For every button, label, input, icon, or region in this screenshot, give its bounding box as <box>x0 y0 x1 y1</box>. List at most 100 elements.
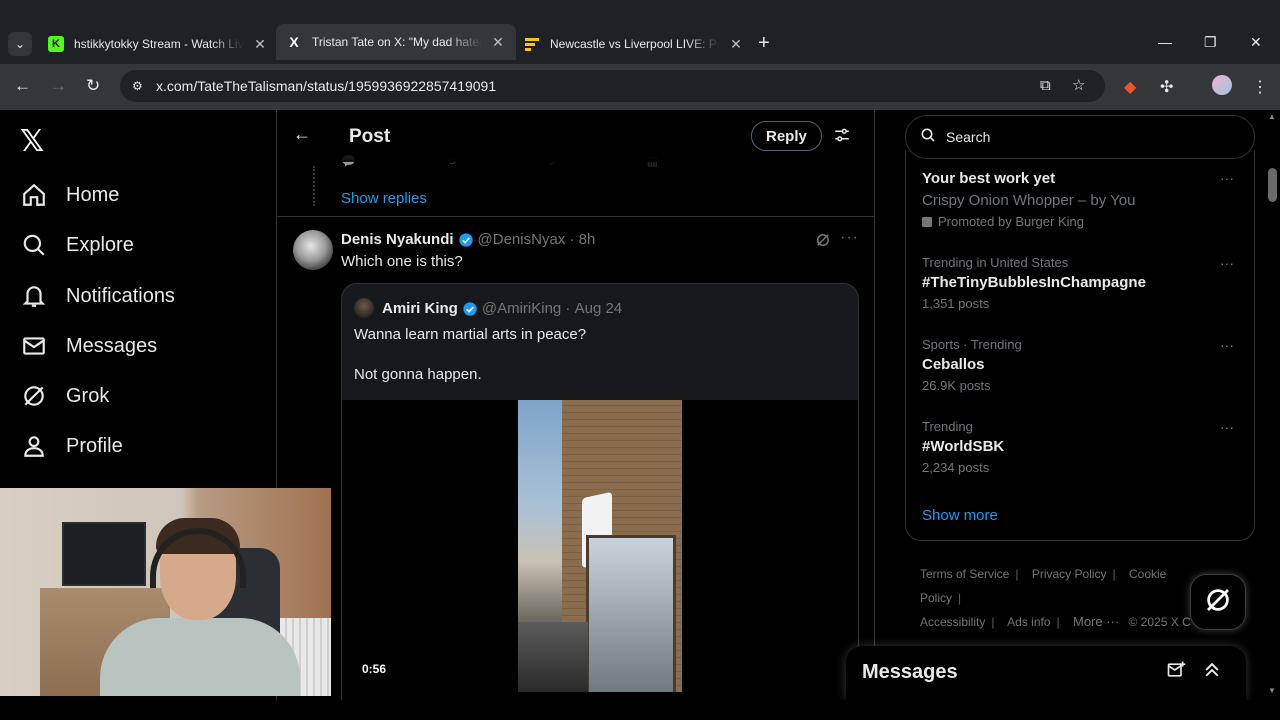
sliders-icon[interactable] <box>833 126 851 149</box>
show-more-link[interactable]: Show more <box>922 507 998 524</box>
tab-title: Newcastle vs Liverpool LIVE: Pre <box>550 37 720 51</box>
nav-label: Profile <box>66 434 123 457</box>
tab-x-post[interactable]: X Tristan Tate on X: "My dad hated ✕ <box>276 24 516 60</box>
bookmark-star-icon[interactable]: ☆ <box>1072 70 1085 102</box>
author-handle[interactable]: @DenisNyax <box>478 231 566 248</box>
quote-text-line: Wanna learn martial arts in peace? <box>354 326 587 343</box>
scrollbar-thumb[interactable] <box>1268 168 1277 202</box>
restore-icon[interactable]: ❐ <box>1204 34 1217 51</box>
more-link[interactable]: More ··· <box>1073 614 1119 629</box>
copyright: © 2025 X C <box>1128 615 1191 629</box>
site-info-icon[interactable]: ⚙ <box>132 79 150 93</box>
video-player[interactable]: 0:56 <box>342 400 858 720</box>
separator: | <box>991 615 995 629</box>
ads-info-link[interactable]: Ads info <box>1007 615 1050 629</box>
terms-link[interactable]: Terms of Service <box>920 567 1009 581</box>
grok-explain-icon[interactable] <box>814 231 832 254</box>
install-app-icon[interactable]: ⧉ <box>1040 70 1051 102</box>
trend-item[interactable]: Trending in United States #TheTinyBubble… <box>922 255 1242 311</box>
post-time[interactable]: 8h <box>579 231 596 248</box>
nav-profile[interactable]: Profile <box>20 431 123 461</box>
reply-header: Denis Nyakundi @DenisNyax · 8h <box>341 231 595 248</box>
nav-notifications[interactable]: Notifications <box>20 281 175 311</box>
post-timeline[interactable]: ← Post Reply 💬 ⟲ ♡ ▥ Show replies Denis … <box>276 110 875 720</box>
divider <box>277 216 874 217</box>
tab-kick-stream[interactable]: K hstikkytokky Stream - Watch Live ✕ <box>38 28 278 60</box>
url-text[interactable]: x.com/TateTheTalisman/status/19599369228… <box>156 78 496 94</box>
avatar[interactable] <box>293 230 333 270</box>
scroll-up-arrow-icon[interactable]: ▲ <box>1268 112 1276 121</box>
reload-icon[interactable]: ↻ <box>86 76 100 96</box>
grok-floating-button[interactable] <box>1190 574 1246 630</box>
promoted-trend[interactable]: Your best work yet Crispy Onion Whopper … <box>922 170 1242 229</box>
search-icon <box>20 231 48 259</box>
x-favicon-icon: X <box>289 34 299 50</box>
browser-toolbar: ← → ↻ ⚙ x.com/TateTheTalisman/status/195… <box>0 64 1280 110</box>
promo-subtitle: Crispy Onion Whopper – by You <box>922 192 1136 209</box>
nav-label: Messages <box>66 334 158 357</box>
promo-title: Your best work yet <box>922 170 1056 187</box>
quote-header: Amiri King @AmiriKing · Aug 24 <box>382 300 622 317</box>
new-tab-button[interactable]: + <box>758 33 770 53</box>
trend-count: 1,351 posts <box>922 296 990 311</box>
browser-profile-avatar[interactable] <box>1212 75 1232 95</box>
trend-count: 26.9K posts <box>922 378 991 393</box>
chevron-up-icon[interactable] <box>1202 660 1222 685</box>
news-favicon-icon <box>524 36 540 52</box>
trend-item[interactable]: Trending #WorldSBK 2,234 posts ··· <box>922 419 1242 475</box>
quoted-post[interactable]: Amiri King @AmiriKing · Aug 24 Wanna lea… <box>341 283 859 720</box>
tab-title: hstikkytokky Stream - Watch Live <box>74 37 244 51</box>
grok-icon <box>1203 585 1233 620</box>
bottom-strip <box>0 700 1280 720</box>
x-logo-icon[interactable]: 𝕏 <box>20 124 44 159</box>
extension-fox-icon[interactable]: ◆ <box>1124 77 1136 97</box>
extensions-puzzle-icon[interactable]: ✣ <box>1160 77 1173 97</box>
more-options-icon[interactable]: ··· <box>1220 170 1234 186</box>
new-message-icon[interactable] <box>1166 660 1186 685</box>
minimize-icon[interactable]: — <box>1158 34 1172 50</box>
nav-label: Grok <box>66 384 110 407</box>
trend-count: 2,234 posts <box>922 460 990 475</box>
video-duration: 0:56 <box>362 662 387 676</box>
trend-item[interactable]: Sports · Trending Ceballos 26.9K posts ·… <box>922 337 1242 393</box>
nav-messages[interactable]: Messages <box>20 331 157 361</box>
trend-topic: #WorldSBK <box>922 438 1005 455</box>
author-name[interactable]: Denis Nyakundi <box>341 231 454 248</box>
messages-drawer[interactable]: Messages <box>846 646 1246 700</box>
verified-badge-icon <box>458 232 473 247</box>
nav-label: Notifications <box>66 284 175 307</box>
separator: | <box>1015 567 1019 581</box>
window-close-icon[interactable]: ✕ <box>1250 34 1262 51</box>
nav-grok[interactable]: Grok <box>20 381 109 411</box>
back-arrow-icon[interactable]: ← <box>293 124 311 145</box>
thread-connector <box>313 166 315 206</box>
tab-title: Tristan Tate on X: "My dad hated <box>312 35 482 49</box>
scroll-down-arrow-icon[interactable]: ▼ <box>1268 686 1276 695</box>
author-handle: @AmiriKing <box>481 300 562 317</box>
more-options-icon[interactable]: ··· <box>840 229 859 247</box>
trend-topic: #TheTinyBubblesInChampagne <box>922 274 1146 291</box>
accessibility-link[interactable]: Accessibility <box>920 615 985 629</box>
back-arrow-icon[interactable]: ← <box>14 76 31 96</box>
reply-button[interactable]: Reply <box>751 121 822 151</box>
forward-arrow-icon[interactable]: → <box>50 76 67 96</box>
page-scrollbar[interactable]: ▲ ▼ <box>1265 110 1280 700</box>
close-icon[interactable]: ✕ <box>252 36 268 53</box>
privacy-link[interactable]: Privacy Policy <box>1032 567 1107 581</box>
close-icon[interactable]: ✕ <box>490 34 506 51</box>
more-options-icon[interactable]: ··· <box>1220 337 1234 353</box>
nav-explore[interactable]: Explore <box>20 230 134 260</box>
show-replies-link[interactable]: Show replies <box>341 190 427 207</box>
trend-meta: Sports · Trending <box>922 337 1022 352</box>
nav-home[interactable]: Home <box>20 180 119 210</box>
close-icon[interactable]: ✕ <box>728 36 744 53</box>
separator: | <box>1112 567 1116 581</box>
browser-menu-icon[interactable]: ⋮ <box>1252 77 1268 97</box>
tab-search-button[interactable]: ⌄ <box>8 32 32 56</box>
separator: | <box>958 591 962 605</box>
more-options-icon[interactable]: ··· <box>1220 419 1234 435</box>
address-bar[interactable]: ⚙ x.com/TateTheTalisman/status/195993692… <box>120 70 1105 102</box>
video-scene-window <box>586 535 676 692</box>
tab-newcastle-liverpool[interactable]: Newcastle vs Liverpool LIVE: Pre ✕ <box>514 28 754 60</box>
more-options-icon[interactable]: ··· <box>1220 255 1234 271</box>
